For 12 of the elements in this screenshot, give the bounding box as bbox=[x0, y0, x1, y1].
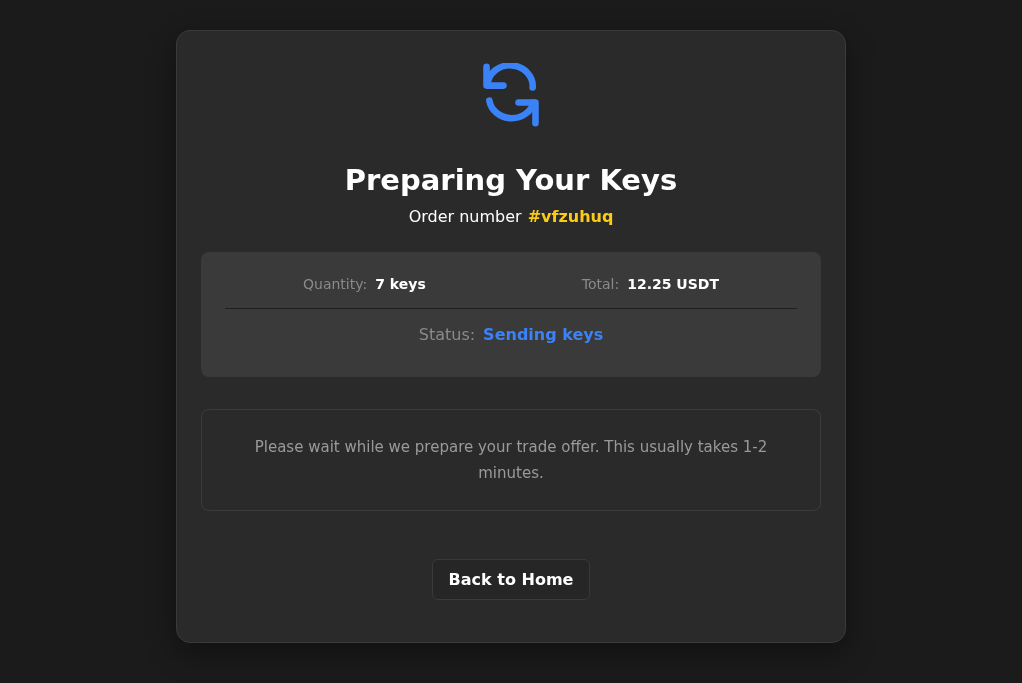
refresh-icon bbox=[482, 63, 540, 127]
back-home-button[interactable]: Back to Home bbox=[431, 559, 591, 600]
field-value: 12.25 USDT bbox=[627, 276, 719, 292]
notice-text: Please wait while we prepare your trade offer. This usually takes 1-2 minutes. bbox=[253, 437, 769, 484]
field-label: Total: bbox=[581, 276, 620, 292]
field-value: 7 keys bbox=[375, 276, 426, 292]
field-label: Quantity: bbox=[303, 276, 368, 292]
field-label: Status: bbox=[418, 325, 476, 344]
status-value: Sending keys bbox=[483, 325, 604, 344]
order-number: #vfzuhuq bbox=[527, 207, 614, 226]
order-label: Order number bbox=[408, 207, 522, 226]
page-title: Preparing Your Keys bbox=[344, 163, 678, 197]
